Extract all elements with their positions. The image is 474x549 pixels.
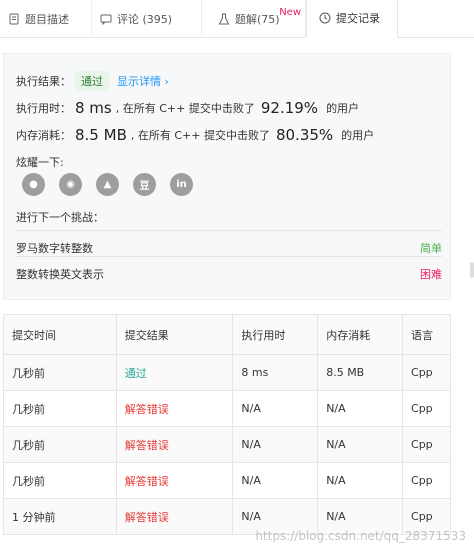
submit-runtime: N/A xyxy=(232,426,319,463)
submit-time: 几秒前 xyxy=(3,354,117,391)
status-badge: 通过 xyxy=(75,71,109,91)
status-row: 执行结果： 通过 显示详情 › xyxy=(16,71,169,91)
tab-bar: 题目描述 评论 (395) 题解(75) New 提交记录 xyxy=(0,0,474,38)
submit-runtime: N/A xyxy=(232,462,319,499)
wechat-icon[interactable]: ● xyxy=(22,173,45,196)
share-label: 炫耀一下: xyxy=(16,154,64,170)
tab-label: 评论 (395) xyxy=(117,13,173,26)
douban-icon[interactable]: 豆 xyxy=(133,173,156,196)
difficulty-badge: 困难 xyxy=(420,267,442,281)
submit-time: 1 分钟前 xyxy=(3,498,117,535)
status-label: 执行结果： xyxy=(16,75,71,88)
clock-icon xyxy=(319,12,331,24)
memory-percent: 80.35% xyxy=(275,126,334,144)
runtime-text: , 在所有 C++ 提交中击败了 xyxy=(115,102,255,115)
challenge-item[interactable]: 整数转换英文表示 困难 xyxy=(16,256,442,290)
runtime-label: 执行用时： xyxy=(16,102,71,115)
table-row[interactable]: 几秒前 解答错误 N/A N/A Cpp xyxy=(3,426,451,463)
flask-icon xyxy=(218,13,230,25)
share-label-text: 炫耀一下: xyxy=(16,156,64,169)
memory-tail: 的用户 xyxy=(341,129,375,142)
details-link[interactable]: 显示详情 › xyxy=(117,73,169,89)
column-header: 执行用时 xyxy=(232,314,319,355)
document-icon xyxy=(8,13,20,25)
tab-solutions[interactable]: 题解(75) New xyxy=(202,0,306,38)
submit-result[interactable]: 解答错误 xyxy=(115,426,234,463)
submit-runtime: 8 ms xyxy=(232,354,319,391)
next-label-text: 进行下一个挑战： xyxy=(16,211,104,224)
table-row[interactable]: 几秒前 通过 8 ms 8.5 MB Cpp xyxy=(3,354,451,391)
tab-label: 题目描述 xyxy=(25,13,69,26)
column-header: 语言 xyxy=(402,314,451,355)
submit-result[interactable]: 解答错误 xyxy=(115,462,234,499)
submit-time: 几秒前 xyxy=(3,426,117,463)
tab-label: 提交记录 xyxy=(336,12,380,25)
submit-language: Cpp xyxy=(402,354,451,391)
difficulty-badge: 简单 xyxy=(420,241,442,255)
memory-text: , 在所有 C++ 提交中击败了 xyxy=(130,129,270,142)
tab-comments[interactable]: 评论 (395) xyxy=(92,0,202,38)
runtime-tail: 的用户 xyxy=(326,102,360,115)
next-challenge-label: 进行下一个挑战： xyxy=(16,209,104,225)
runtime-percent: 92.19% xyxy=(260,99,319,117)
submit-memory: N/A xyxy=(317,426,404,463)
comment-icon xyxy=(100,13,112,26)
tab-description[interactable]: 题目描述 xyxy=(0,0,92,38)
tab-submissions[interactable]: 提交记录 xyxy=(306,0,398,38)
submit-language: Cpp xyxy=(402,390,451,427)
submit-memory: N/A xyxy=(317,390,404,427)
column-header: 提交时间 xyxy=(3,314,117,355)
runtime-row: 执行用时： 8 ms , 在所有 C++ 提交中击败了 92.19% 的用户 xyxy=(16,99,359,117)
submit-result[interactable]: 通过 xyxy=(115,354,234,391)
weibo-icon[interactable]: ◉ xyxy=(59,173,82,196)
challenge-title[interactable]: 整数转换英文表示 xyxy=(16,266,104,282)
tab-label: 题解(75) xyxy=(235,13,280,26)
table-row[interactable]: 几秒前 解答错误 N/A N/A Cpp xyxy=(3,390,451,427)
share-buttons: ● ◉ ▲ 豆 in xyxy=(22,173,193,196)
runtime-value: 8 ms xyxy=(75,99,112,117)
submit-memory: 8.5 MB xyxy=(317,354,404,391)
column-header: 内存消耗 xyxy=(317,314,404,355)
memory-value: 8.5 MB xyxy=(75,126,127,144)
table-row[interactable]: 几秒前 解答错误 N/A N/A Cpp xyxy=(3,462,451,499)
watermark: https://blog.csdn.net/qq_28371533 xyxy=(255,529,466,543)
new-badge: New xyxy=(279,7,301,18)
memory-label: 内存消耗： xyxy=(16,129,71,142)
table-header-row: 提交时间 提交结果 执行用时 内存消耗 语言 xyxy=(3,314,451,355)
submit-time: 几秒前 xyxy=(3,462,117,499)
submit-language: Cpp xyxy=(402,426,451,463)
submit-language: Cpp xyxy=(402,462,451,499)
scrollbar[interactable] xyxy=(470,262,474,278)
result-panel: 执行结果： 通过 显示详情 › 执行用时： 8 ms , 在所有 C++ 提交中… xyxy=(3,53,451,300)
challenge-title[interactable]: 罗马数字转整数 xyxy=(16,240,93,256)
submission-table: 提交时间 提交结果 执行用时 内存消耗 语言 几秒前 通过 8 ms 8.5 M… xyxy=(3,314,451,535)
submit-runtime: N/A xyxy=(232,390,319,427)
submit-result[interactable]: 解答错误 xyxy=(115,390,234,427)
submit-memory: N/A xyxy=(317,462,404,499)
memory-row: 内存消耗： 8.5 MB , 在所有 C++ 提交中击败了 80.35% 的用户 xyxy=(16,126,374,144)
linkedin-icon[interactable]: in xyxy=(170,173,193,196)
column-header: 提交结果 xyxy=(115,314,234,355)
qq-icon[interactable]: ▲ xyxy=(96,173,119,196)
submit-result[interactable]: 解答错误 xyxy=(115,498,234,535)
submit-time: 几秒前 xyxy=(3,390,117,427)
